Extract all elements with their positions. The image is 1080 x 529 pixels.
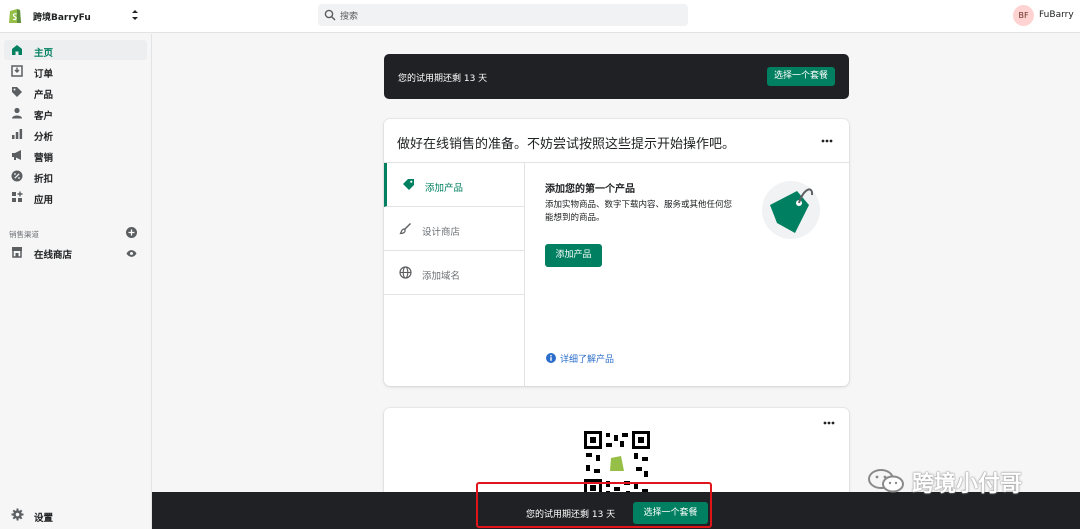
search-input[interactable]: 搜索 [318,4,688,26]
globe-icon [399,266,412,279]
chevron-up-down-icon[interactable] [130,8,140,22]
tab-label: 添加产品 [425,183,464,194]
wechat-icon [868,469,904,493]
sidebar: 主页 订单 产品 客户 分析 营销 折扣 应用 销售渠道 在线商店 设置 [0,34,152,529]
tab-add-product[interactable]: 添加产品 [384,163,524,207]
sidebar-item-label: 营销 [34,153,54,164]
brush-icon [399,223,411,235]
bar-chart-icon [12,129,23,139]
sidebar-item-settings[interactable]: 设置 [4,505,147,525]
info-icon [546,353,556,363]
sidebar-item-customers[interactable]: 客户 [4,103,147,123]
discount-icon [11,170,23,182]
search-icon [324,9,336,21]
trial-banner: 您的试用期还剩 13 天 选择一个套餐 [384,54,849,99]
eye-icon[interactable] [126,249,137,258]
learn-more-label: 详细了解产品 [560,355,615,365]
home-icon [12,45,22,55]
gear-icon [11,508,24,521]
tag-icon [12,87,22,97]
sidebar-item-label: 产品 [34,90,54,101]
more-options-icon[interactable] [821,139,833,143]
tab-label: 设计商店 [422,227,461,238]
sidebar-item-orders[interactable]: 订单 [4,61,147,81]
sidebar-item-discounts[interactable]: 折扣 [4,166,147,186]
sidebar-item-label: 主页 [34,48,54,59]
select-plan-button[interactable]: 选择一个套餐 [767,67,835,86]
megaphone-icon [12,150,21,160]
watermark: 跨境小付哥 [862,466,1062,497]
sidebar-item-label: 客户 [34,111,54,122]
learn-more-link[interactable]: 详细了解产品 [546,352,614,365]
panel-description: 添加实物商品、数字下载内容、服务或其他任何您能想到的商品。 [545,200,733,223]
tab-add-domain[interactable]: 添加域名 [384,251,524,295]
card-heading: 做好在线销售的准备。不妨尝试按照这些提示开始操作吧。 [397,137,736,152]
sidebar-item-products[interactable]: 产品 [4,82,147,102]
sales-channels-title: 销售渠道 [9,230,39,239]
search-placeholder: 搜索 [340,12,359,22]
tab-design-store[interactable]: 设计商店 [384,207,524,251]
sidebar-item-label: 在线商店 [34,250,73,261]
sidebar-item-label: 应用 [34,195,54,206]
sidebar-item-home[interactable]: 主页 [4,40,147,60]
highlight-box [476,482,712,528]
more-options-icon[interactable] [823,421,835,425]
avatar[interactable]: BF [1013,5,1034,26]
person-icon [12,107,22,119]
sidebar-item-label: 分析 [34,132,54,143]
watermark-text: 跨境小付哥 [912,472,1023,497]
sidebar-item-label: 折扣 [34,174,54,185]
orders-icon [11,65,23,77]
panel-title: 添加您的第一个产品 [545,184,635,195]
sidebar-item-apps[interactable]: 应用 [4,187,147,207]
tag-icon [403,179,414,190]
apps-icon [12,191,23,202]
add-product-button[interactable]: 添加产品 [545,244,602,267]
shopify-logo-icon[interactable] [8,7,22,24]
add-circle-icon[interactable] [126,227,137,238]
tab-label: 添加域名 [422,271,461,282]
sidebar-item-marketing[interactable]: 营销 [4,145,147,165]
top-bar: 跨境BarryFu 搜索 BF FuBarry [0,0,1080,33]
store-icon [12,247,22,258]
tag-illustration-icon [762,181,820,239]
setup-tabs: 添加产品 设计商店 添加域名 [384,163,525,386]
user-name[interactable]: FuBarry [1039,10,1074,20]
sidebar-item-label: 订单 [34,69,54,80]
sidebar-item-label: 设置 [34,513,54,524]
trial-text: 您的试用期还剩 13 天 [398,74,488,84]
store-name[interactable]: 跨境BarryFu [33,10,91,23]
setup-guide-card: 做好在线销售的准备。不妨尝试按照这些提示开始操作吧。 添加产品 设计商店 添加域… [384,119,849,386]
sidebar-item-analytics[interactable]: 分析 [4,124,147,144]
